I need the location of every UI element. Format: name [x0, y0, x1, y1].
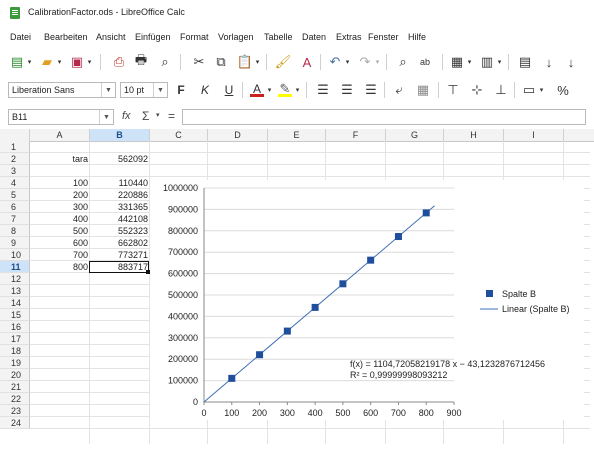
x-tick-label: 100	[224, 408, 239, 418]
row-header[interactable]: 6	[0, 201, 30, 213]
cell-a10[interactable]: 700	[30, 249, 88, 261]
chart-background	[150, 180, 584, 420]
cell-b2[interactable]: 562092	[90, 153, 148, 165]
y-tick-label: 100000	[168, 376, 198, 386]
row-header[interactable]: 2	[0, 153, 30, 165]
cell-b8[interactable]: 552323	[90, 225, 148, 237]
row-header[interactable]: 23	[0, 405, 30, 417]
scatter-chart: 0 100000 200000 300000 400000 500000 600000 700…	[150, 180, 584, 420]
data-point	[367, 256, 375, 264]
cell-a2[interactable]: tara	[30, 153, 88, 165]
cell-b6[interactable]: 331365	[90, 201, 148, 213]
legend-marker-spalte-b	[486, 290, 493, 297]
legend-label-spalte-b: Spalte B	[502, 289, 536, 299]
row-header[interactable]: 18	[0, 345, 30, 357]
y-tick-label: 900000	[168, 204, 198, 214]
row-header[interactable]: 17	[0, 333, 30, 345]
row-header[interactable]: 15	[0, 309, 30, 321]
row-header[interactable]: 20	[0, 369, 30, 381]
y-tick-label: 200000	[168, 354, 198, 364]
y-tick-label: 700000	[168, 247, 198, 257]
row-header[interactable]: 24	[0, 417, 30, 429]
cell-a11[interactable]: 800	[30, 261, 88, 273]
row-header[interactable]: 21	[0, 381, 30, 393]
cell-a9[interactable]: 600	[30, 237, 88, 249]
row-header[interactable]: 9	[0, 237, 30, 249]
x-tick-label: 800	[419, 408, 434, 418]
row-header[interactable]: 14	[0, 297, 30, 309]
chart-object[interactable]: 0 100000 200000 300000 400000 500000 600000 700…	[150, 180, 584, 420]
grid-row-line	[30, 428, 590, 429]
trendline-equation: f(x) = 1104,72058219178 x − 43,123287671…	[350, 359, 545, 369]
cell-a6[interactable]: 300	[30, 201, 88, 213]
data-point	[228, 374, 236, 382]
data-point	[422, 209, 430, 217]
row-header[interactable]: 22	[0, 393, 30, 405]
cell-b4[interactable]: 110440	[90, 177, 148, 189]
data-point	[283, 327, 291, 335]
data-point	[394, 233, 402, 241]
row-header[interactable]: 3	[0, 165, 30, 177]
row-header[interactable]: 19	[0, 357, 30, 369]
cell-b10[interactable]: 773271	[90, 249, 148, 261]
y-tick-label: 0	[193, 397, 198, 407]
cell-b7[interactable]: 442108	[90, 213, 148, 225]
y-tick-label: 1000000	[163, 183, 198, 193]
cell-a5[interactable]: 200	[30, 189, 88, 201]
x-tick-label: 700	[391, 408, 406, 418]
x-tick-label: 200	[252, 408, 267, 418]
row-header[interactable]: 5	[0, 189, 30, 201]
x-tick-label: 600	[363, 408, 378, 418]
y-tick-label: 400000	[168, 311, 198, 321]
row-header[interactable]: 12	[0, 273, 30, 285]
x-tick-label: 400	[308, 408, 323, 418]
cell-a8[interactable]: 500	[30, 225, 88, 237]
active-cell-cursor[interactable]	[89, 261, 149, 273]
x-tick-label: 900	[446, 408, 461, 418]
data-point	[339, 280, 347, 288]
row-header[interactable]: 8	[0, 225, 30, 237]
row-header[interactable]: 4	[0, 177, 30, 189]
data-point	[256, 351, 264, 359]
cell-b5[interactable]: 220886	[90, 189, 148, 201]
x-tick-label: 300	[280, 408, 295, 418]
cell-a4[interactable]: 100	[30, 177, 88, 189]
y-tick-label: 300000	[168, 333, 198, 343]
data-point	[311, 303, 319, 311]
cell-b9[interactable]: 662802	[90, 237, 148, 249]
row-header[interactable]: 7	[0, 213, 30, 225]
legend-label-trendline: Linear (Spalte B)	[502, 304, 570, 314]
x-tick-label: 0	[201, 408, 206, 418]
y-tick-label: 800000	[168, 226, 198, 236]
row-header-active[interactable]: 11	[0, 261, 30, 273]
cell-a7[interactable]: 400	[30, 213, 88, 225]
row-header[interactable]: 13	[0, 285, 30, 297]
x-tick-label: 500	[335, 408, 350, 418]
row-header[interactable]: 1	[0, 141, 30, 153]
y-tick-label: 500000	[168, 290, 198, 300]
r-squared-label: R² = 0,99999998093212	[350, 370, 447, 380]
row-header[interactable]: 10	[0, 249, 30, 261]
row-header[interactable]: 16	[0, 321, 30, 333]
y-tick-label: 600000	[168, 269, 198, 279]
